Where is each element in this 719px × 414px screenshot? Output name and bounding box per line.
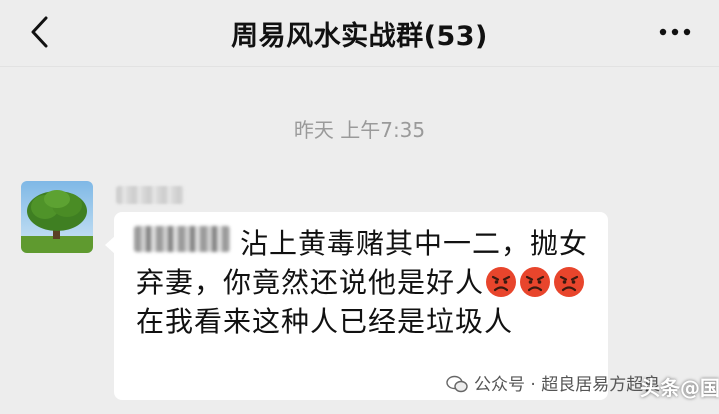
tree-avatar-icon — [21, 181, 93, 253]
chat-title: 周易风水实战群(53) — [231, 21, 488, 52]
watermark-overlay: 头条@国学 — [640, 376, 719, 400]
ellipsis-icon[interactable] — [655, 20, 695, 44]
sender-name-blurred — [116, 186, 184, 204]
angry-face-icon — [486, 267, 517, 297]
chat-header: 周易风水实战群(53) — [0, 0, 719, 67]
message-part2: 在我看来这种人已经是垃圾人 — [136, 305, 514, 338]
avatar[interactable] — [21, 181, 93, 253]
watermark: 公众号 · 超良居易方超良 — [446, 370, 660, 395]
message-text: 沾上黄毒赌其中一二，抛女弃妻，你竟然还说他是好人在我看来这种人已经是垃圾人 — [136, 224, 598, 341]
message-timestamp: 昨天 上午7:35 — [293, 118, 426, 142]
angry-face-icon — [554, 267, 585, 297]
angry-face-icon — [520, 267, 551, 297]
wechat-icon — [446, 375, 468, 393]
watermark-text: 公众号 · 超良居易方超良 — [474, 375, 661, 395]
